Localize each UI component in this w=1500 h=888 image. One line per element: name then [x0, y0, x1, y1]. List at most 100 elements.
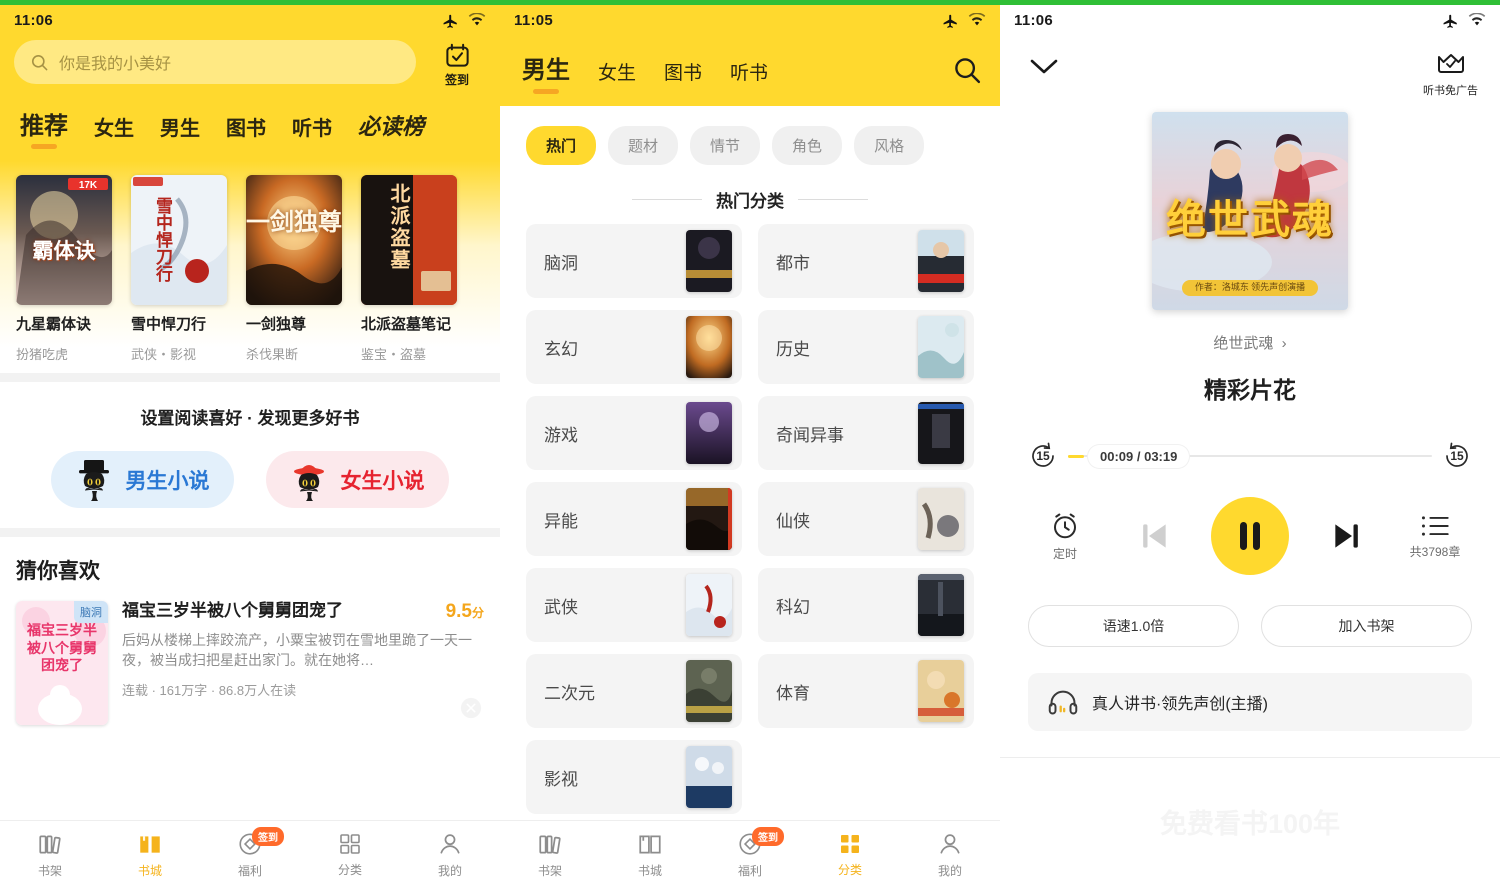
- tab-male[interactable]: 男生: [522, 50, 570, 94]
- search-input[interactable]: 你是我的小美好: [14, 40, 416, 84]
- chip-theme[interactable]: 题材: [608, 126, 678, 165]
- cover-title-art: 霸体诀: [16, 241, 112, 262]
- forward-seconds-label: 15: [1442, 441, 1472, 471]
- person-icon: [937, 831, 963, 857]
- tab-bookstore[interactable]: 书城: [100, 821, 200, 888]
- alarm-clock-icon: [1050, 511, 1080, 541]
- tab-categories[interactable]: 分类: [800, 821, 900, 888]
- close-icon[interactable]: [460, 697, 482, 719]
- tab-mustread-rank[interactable]: 必读榜: [358, 109, 424, 149]
- chevron-down-icon[interactable]: [1026, 52, 1062, 80]
- book-card[interactable]: 一剑独尊 一剑独尊 杀伐果断: [246, 175, 342, 363]
- wifi-icon: [968, 13, 986, 27]
- category-thumbnail: [918, 230, 964, 292]
- progress-slider[interactable]: 00:09 / 03:19: [1068, 445, 1432, 467]
- tab-books[interactable]: 图书: [664, 58, 702, 94]
- guess-you-like-section: 猜你喜欢 福宝三岁半被八个舅舅团宠了 脑洞 福宝三岁半被八个舅舅团宠了 9.5分…: [0, 537, 500, 725]
- tab-books[interactable]: 图书: [226, 112, 266, 149]
- book-subtitle: 杀伐果断: [246, 344, 342, 363]
- category-cell[interactable]: 游戏: [526, 396, 742, 470]
- tab-bookstore[interactable]: 书城: [600, 821, 700, 888]
- guess-heading: 猜你喜欢: [16, 555, 484, 585]
- sleep-timer-button[interactable]: 定时: [1034, 511, 1096, 562]
- category-thumbnail: [918, 316, 964, 378]
- category-cell[interactable]: 都市: [758, 224, 974, 298]
- female-novels-button[interactable]: 女生小说: [266, 451, 449, 508]
- list-item[interactable]: 福宝三岁半被八个舅舅团宠了 脑洞 福宝三岁半被八个舅舅团宠了 9.5分 后妈从楼…: [16, 601, 484, 725]
- book-card[interactable]: 北派盗墓 北派盗墓笔记 鉴宝・盗墓: [361, 175, 457, 363]
- category-cell[interactable]: 玄幻: [526, 310, 742, 384]
- category-cell[interactable]: 二次元: [526, 654, 742, 728]
- tab-bookshelf[interactable]: 书架: [0, 821, 100, 888]
- skip-next-icon[interactable]: [1327, 516, 1367, 556]
- chip-character[interactable]: 角色: [772, 126, 842, 165]
- tab-profile[interactable]: 我的: [900, 821, 1000, 888]
- category-cell[interactable]: 科幻: [758, 568, 974, 642]
- category-cell[interactable]: 武侠: [526, 568, 742, 642]
- category-label: 历史: [776, 335, 810, 360]
- book-link[interactable]: 绝世武魂 ›: [1000, 332, 1500, 353]
- book-card[interactable]: 17K 霸体诀 九星霸体诀 扮猪吃虎: [16, 175, 112, 363]
- category-cell[interactable]: 体育: [758, 654, 974, 728]
- rewind-seconds-label: 15: [1028, 441, 1058, 471]
- crown-icon: [1436, 52, 1466, 78]
- bookshelf-icon: [537, 831, 563, 857]
- skip-previous-icon[interactable]: [1134, 516, 1174, 556]
- chip-style[interactable]: 风格: [854, 126, 924, 165]
- category-thumbnail: [686, 660, 732, 722]
- time-display: 00:09 / 03:19: [1088, 445, 1189, 468]
- album-art[interactable]: 绝世武魂 作者：洛城东 领先声创演播: [1152, 112, 1348, 310]
- play-pause-button[interactable]: [1211, 497, 1289, 575]
- tab-audiobooks[interactable]: 听书: [292, 112, 332, 149]
- book-cover: 福宝三岁半被八个舅舅团宠了 脑洞: [16, 601, 108, 725]
- tab-male[interactable]: 男生: [160, 112, 200, 149]
- book-card[interactable]: 雪中悍刀行 雪中悍刀行 武侠・影视: [131, 175, 227, 363]
- bookshelf-icon: [37, 831, 63, 857]
- speed-button[interactable]: 语速1.0倍: [1028, 605, 1239, 647]
- tab-bookshelf[interactable]: 书架: [500, 821, 600, 888]
- category-cell[interactable]: 仙侠: [758, 482, 974, 556]
- tab-profile[interactable]: 我的: [400, 821, 500, 888]
- category-label: 影视: [544, 765, 578, 790]
- category-label: 体育: [776, 679, 810, 704]
- category-cell[interactable]: 奇闻异事: [758, 396, 974, 470]
- rating-score: 9.5分: [446, 601, 484, 623]
- tab-welfare[interactable]: 签到 福利: [700, 821, 800, 888]
- vip-label: 听书免广告: [1423, 82, 1478, 98]
- category-cell[interactable]: 脑洞: [526, 224, 742, 298]
- wifi-icon: [1468, 13, 1486, 27]
- black-cat-tophat-icon: [76, 458, 118, 502]
- rewind-15-button[interactable]: 15: [1028, 441, 1058, 471]
- tab-female[interactable]: 女生: [94, 112, 134, 149]
- add-to-bookshelf-button[interactable]: 加入书架: [1261, 605, 1472, 647]
- tab-welfare[interactable]: 签到 福利: [200, 821, 300, 888]
- male-novels-button[interactable]: 男生小说: [51, 451, 234, 508]
- category-cell[interactable]: 影视: [526, 740, 742, 814]
- bottom-tab-bar: 书架 书城 签到 福利 分类 我的: [500, 820, 1000, 888]
- status-badge: 签到: [252, 827, 284, 846]
- tab-audiobooks[interactable]: 听书: [730, 58, 768, 94]
- narrator-row[interactable]: 真人讲书·领先声创(主播): [1028, 673, 1472, 731]
- status-bar: 11:06: [1000, 0, 1500, 34]
- tab-categories[interactable]: 分类: [300, 821, 400, 888]
- category-cell[interactable]: 异能: [526, 482, 742, 556]
- playback-progress-row: 15 00:09 / 03:19 15: [1000, 405, 1500, 471]
- tab-recommend[interactable]: 推荐: [20, 106, 68, 149]
- chip-hot[interactable]: 热门: [526, 126, 596, 165]
- signin-label: 签到: [445, 71, 469, 88]
- airplane-mode-icon: [1442, 12, 1459, 29]
- section-divider: [0, 528, 500, 537]
- recording-indicator-bar: [1000, 0, 1500, 5]
- search-button[interactable]: [952, 55, 982, 94]
- book-title: 一剑独尊: [246, 315, 342, 334]
- chapter-list-button[interactable]: 共3798章: [1404, 513, 1466, 560]
- category-cell[interactable]: 历史: [758, 310, 974, 384]
- tab-label: 福利: [238, 862, 262, 879]
- playlist-icon: [1420, 513, 1450, 539]
- forward-15-button[interactable]: 15: [1442, 441, 1472, 471]
- tab-female[interactable]: 女生: [598, 58, 636, 94]
- vip-no-ads-button[interactable]: 听书免广告: [1423, 52, 1478, 98]
- signin-button[interactable]: 签到: [428, 40, 486, 88]
- album-art-title: 绝世武魂: [1152, 200, 1348, 240]
- chip-plot[interactable]: 情节: [690, 126, 760, 165]
